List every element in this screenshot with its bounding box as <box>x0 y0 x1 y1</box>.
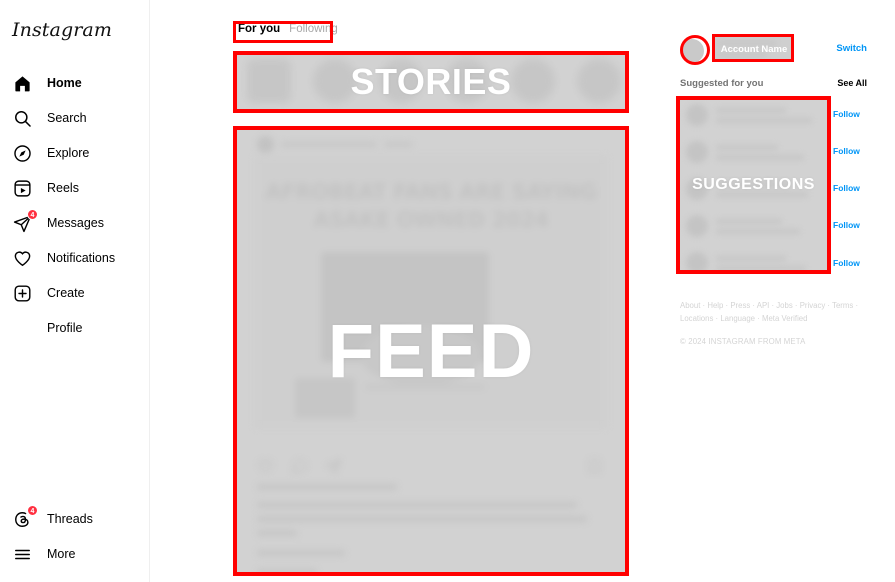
suggested-title: Suggested for you <box>680 78 764 89</box>
instagram-page: Instagram Home Search Explore Reels 4 Me… <box>0 0 895 582</box>
sidebar-nav: Home Search Explore Reels 4 Messages Not… <box>0 66 150 346</box>
sidebar-item-explore[interactable]: Explore <box>0 136 150 171</box>
footer-link[interactable]: Meta Verified <box>762 314 808 323</box>
footer-link[interactable]: Terms <box>832 301 853 310</box>
plus-square-icon <box>11 283 33 305</box>
compass-icon <box>11 143 33 165</box>
follow-button[interactable]: Follow <box>833 183 860 193</box>
hamburger-icon <box>11 544 33 566</box>
threads-badge: 4 <box>27 504 38 516</box>
switch-account-button[interactable]: Switch <box>836 43 867 54</box>
footer-link[interactable]: Jobs <box>776 301 792 310</box>
sidebar-item-messages[interactable]: 4 Messages <box>0 206 150 241</box>
tab-following[interactable]: Following <box>289 23 338 36</box>
threads-icon: 4 <box>11 504 38 531</box>
suggested-header: Suggested for you See All <box>680 78 867 89</box>
account-name-block[interactable]: Account Name <box>714 36 794 62</box>
sidebar-item-more[interactable]: More <box>0 537 150 572</box>
feed-tabs: For you Following <box>233 21 345 40</box>
sidebar-item-profile[interactable]: Profile <box>0 311 150 346</box>
sidebar-item-reels[interactable]: Reels <box>0 171 150 206</box>
feed-overlay-label: FEED <box>327 308 535 394</box>
sidebar-item-label: Search <box>47 111 87 126</box>
account-row: Account Name Switch <box>672 36 867 66</box>
search-icon <box>11 108 33 130</box>
footer-link[interactable]: About <box>680 301 700 310</box>
sidebar-item-label: Create <box>47 286 85 301</box>
follow-button[interactable]: Follow <box>833 258 860 268</box>
footer-link[interactable]: API <box>757 301 770 310</box>
avatar[interactable] <box>680 39 704 63</box>
sidebar-item-home[interactable]: Home <box>0 66 150 101</box>
follow-button[interactable]: Follow <box>833 220 860 230</box>
follow-button[interactable]: Follow <box>833 109 860 119</box>
sidebar-item-label: Reels <box>47 181 79 196</box>
sidebar-item-search[interactable]: Search <box>0 101 150 136</box>
messages-badge: 4 <box>27 208 38 220</box>
reels-icon <box>11 178 33 200</box>
sidebar-item-threads[interactable]: 4 Threads <box>0 502 150 537</box>
sidebar-item-label: Home <box>47 76 82 91</box>
footer-link[interactable]: Locations <box>680 314 713 323</box>
sidebar: Instagram Home Search Explore Reels 4 Me… <box>0 0 150 582</box>
footer: About · Help · Press · API · Jobs · Priv… <box>680 300 870 346</box>
footer-link[interactable]: Press <box>730 301 750 310</box>
suggestions-list[interactable]: SUGGESTIONS <box>676 96 831 274</box>
stories-tray[interactable]: STORIES <box>233 51 629 113</box>
sidebar-item-notifications[interactable]: Notifications <box>0 241 150 276</box>
home-icon <box>11 73 33 95</box>
suggestions-overlay-label: SUGGESTIONS <box>692 176 815 193</box>
sidebar-item-label: Messages <box>47 216 104 231</box>
sidebar-item-create[interactable]: Create <box>0 276 150 311</box>
sidebar-item-label: Notifications <box>47 251 116 266</box>
footer-copyright: © 2024 INSTAGRAM FROM META <box>680 337 806 346</box>
sidebar-item-label: Threads <box>47 512 93 527</box>
instagram-logo[interactable]: Instagram <box>12 19 112 41</box>
follow-button[interactable]: Follow <box>833 146 860 156</box>
sidebar-item-label: Profile <box>47 321 83 336</box>
sidebar-bottom-nav: 4 Threads More <box>0 502 150 572</box>
footer-link[interactable]: Help <box>707 301 723 310</box>
footer-link[interactable]: Language <box>720 314 755 323</box>
footer-link[interactable]: Privacy <box>800 301 826 310</box>
stories-overlay-label: STORIES <box>350 61 512 102</box>
paper-plane-icon: 4 <box>11 208 38 235</box>
see-all-button[interactable]: See All <box>837 78 867 88</box>
sidebar-item-label: Explore <box>47 146 90 161</box>
feed-post[interactable]: AFROBEAT FANS ARE SAYING ASAKE OWNED 202… <box>233 126 629 576</box>
heart-icon <box>11 248 33 270</box>
sidebar-item-label: More <box>47 547 76 562</box>
tab-for-you[interactable]: For you <box>238 23 280 36</box>
account-overlay-label: Account Name <box>720 43 788 55</box>
footer-links: About · Help · Press · API · Jobs · Priv… <box>680 301 859 323</box>
